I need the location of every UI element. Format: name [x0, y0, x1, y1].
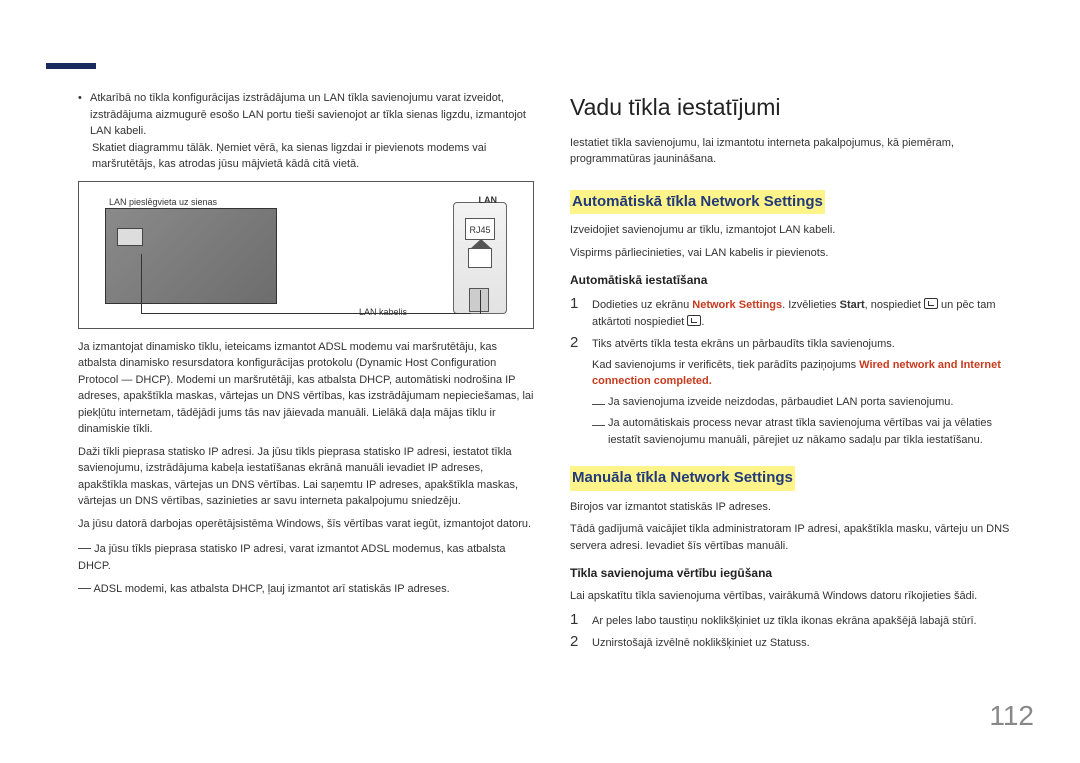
dash-icon: ―	[592, 415, 608, 448]
body-text: Daži tīkli pieprasa statisko IP adresi. …	[78, 444, 534, 510]
body-text: Dodieties uz ekrānu	[592, 299, 692, 311]
body-text: Ar peles labo taustiņu noklikšķiniet uz …	[592, 611, 1026, 630]
step-item: 1 Dodieties uz ekrānu Network Settings. …	[570, 295, 1026, 330]
body-text: Ja izmantojat dinamisko tīklu, ieteicams…	[78, 339, 534, 438]
subsection-heading-highlight: Manuāla tīkla Network Settings	[570, 466, 795, 491]
body-text: ADSL modemi, kas atbalsta DHCP, ļauj izm…	[93, 583, 449, 595]
lan-diagram: LAN pieslēgvieta uz sienas LAN RJ45 LAN …	[78, 181, 534, 329]
step-number: 1	[570, 611, 592, 630]
body-text: Vispirms pārliecinieties, vai LAN kabeli…	[570, 245, 1026, 262]
dash-item: ― Ja jūsu tīkls pieprasa statisko IP adr…	[78, 538, 534, 574]
page-body: • Atkarībā no tīkla konfigurācijas izstr…	[0, 0, 1080, 686]
body-text: Tiks atvērts tīkla testa ekrāns un pārba…	[592, 338, 895, 350]
body-text: Iestatiet tīkla savienojumu, lai izmanto…	[570, 135, 1026, 168]
step-number: 1	[570, 295, 592, 330]
dash-icon: ―	[78, 580, 91, 595]
step-item: 1 Ar peles labo taustiņu noklikšķiniet u…	[570, 611, 1026, 630]
step-item: 2 Tiks atvērts tīkla testa ekrāns un pār…	[570, 334, 1026, 353]
enter-key-icon	[687, 315, 701, 326]
diagram-cable-line	[141, 254, 471, 314]
body-text: . Izvēlieties	[782, 299, 839, 311]
body-text: Ja automātiskais process nevar atrast tī…	[608, 415, 1026, 448]
keyword: Start	[840, 299, 865, 311]
page-number: 112	[989, 695, 1034, 737]
left-column: • Atkarībā no tīkla konfigurācijas izstr…	[78, 90, 534, 656]
step-number: 2	[570, 633, 592, 652]
dash-list: ― Ja savienojuma izveide neizdodas, pārb…	[592, 394, 1026, 449]
body-text: Ja savienojuma izveide neizdodas, pārbau…	[608, 394, 954, 414]
header-accent	[46, 63, 96, 69]
diagram-cable-line	[480, 290, 481, 314]
diagram-cable-label: LAN kabelis	[359, 306, 407, 320]
body-text: Izveidojiet savienojumu ar tīklu, izmant…	[570, 222, 1026, 239]
body-text: Tādā gadījumā vaicājiet tīkla administra…	[570, 521, 1026, 554]
diagram-wall-label: LAN pieslēgvieta uz sienas	[109, 196, 217, 210]
body-text: .	[701, 316, 704, 328]
body-text: Birojos var izmantot statiskās IP adrese…	[570, 499, 1026, 516]
body-text: Skatiet diagrammu tālāk. Ņemiet vērā, ka…	[92, 140, 534, 173]
diagram-modem-icon	[469, 288, 489, 312]
subsection-heading-highlight: Automātiskā tīkla Network Settings	[570, 190, 825, 215]
diagram-lan-label: LAN	[479, 194, 498, 208]
dash-item: ― ADSL modemi, kas atbalsta DHCP, ļauj i…	[78, 578, 534, 598]
diagram-house-icon	[468, 248, 492, 268]
step-item: 2 Uznirstošajā izvēlnē noklikšķiniet uz …	[570, 633, 1026, 652]
dash-icon: ―	[592, 394, 608, 414]
body-text: Ja jūsu datorā darbojas operētājsistēma …	[78, 516, 534, 533]
topic-heading: Automātiskā iestatīšana	[570, 271, 1026, 289]
step-body: Tiks atvērts tīkla testa ekrāns un pārba…	[592, 334, 1026, 353]
diagram-rj45-label: RJ45	[465, 218, 495, 240]
bullet-dot: •	[78, 90, 90, 140]
body-text: Ja jūsu tīkls pieprasa statisko IP adres…	[78, 543, 506, 572]
body-text: Atkarībā no tīkla konfigurācijas izstrād…	[90, 90, 534, 140]
step-body: Dodieties uz ekrānu Network Settings. Iz…	[592, 295, 1026, 330]
step-number: 2	[570, 334, 592, 353]
section-heading: Vadu tīkla iestatījumi	[570, 90, 1026, 125]
diagram-wall-port	[117, 228, 143, 246]
keyword: Network Settings	[692, 299, 782, 311]
enter-key-icon	[924, 298, 938, 309]
body-text: Lai apskatītu tīkla savienojuma vērtības…	[570, 588, 1026, 605]
body-text: Uznirstošajā izvēlnē noklikšķiniet uz St…	[592, 633, 1026, 652]
bullet-item: • Atkarībā no tīkla konfigurācijas izstr…	[78, 90, 534, 173]
body-text: Kad savienojums ir verificēts, tiek parā…	[592, 359, 859, 371]
dash-icon: ―	[78, 540, 91, 555]
right-column: Vadu tīkla iestatījumi Iestatiet tīkla s…	[570, 90, 1026, 656]
body-text: , nospiediet	[865, 299, 924, 311]
step-subtext: Kad savienojums ir verificēts, tiek parā…	[592, 357, 1026, 390]
topic-heading: Tīkla savienojuma vērtību iegūšana	[570, 564, 1026, 582]
